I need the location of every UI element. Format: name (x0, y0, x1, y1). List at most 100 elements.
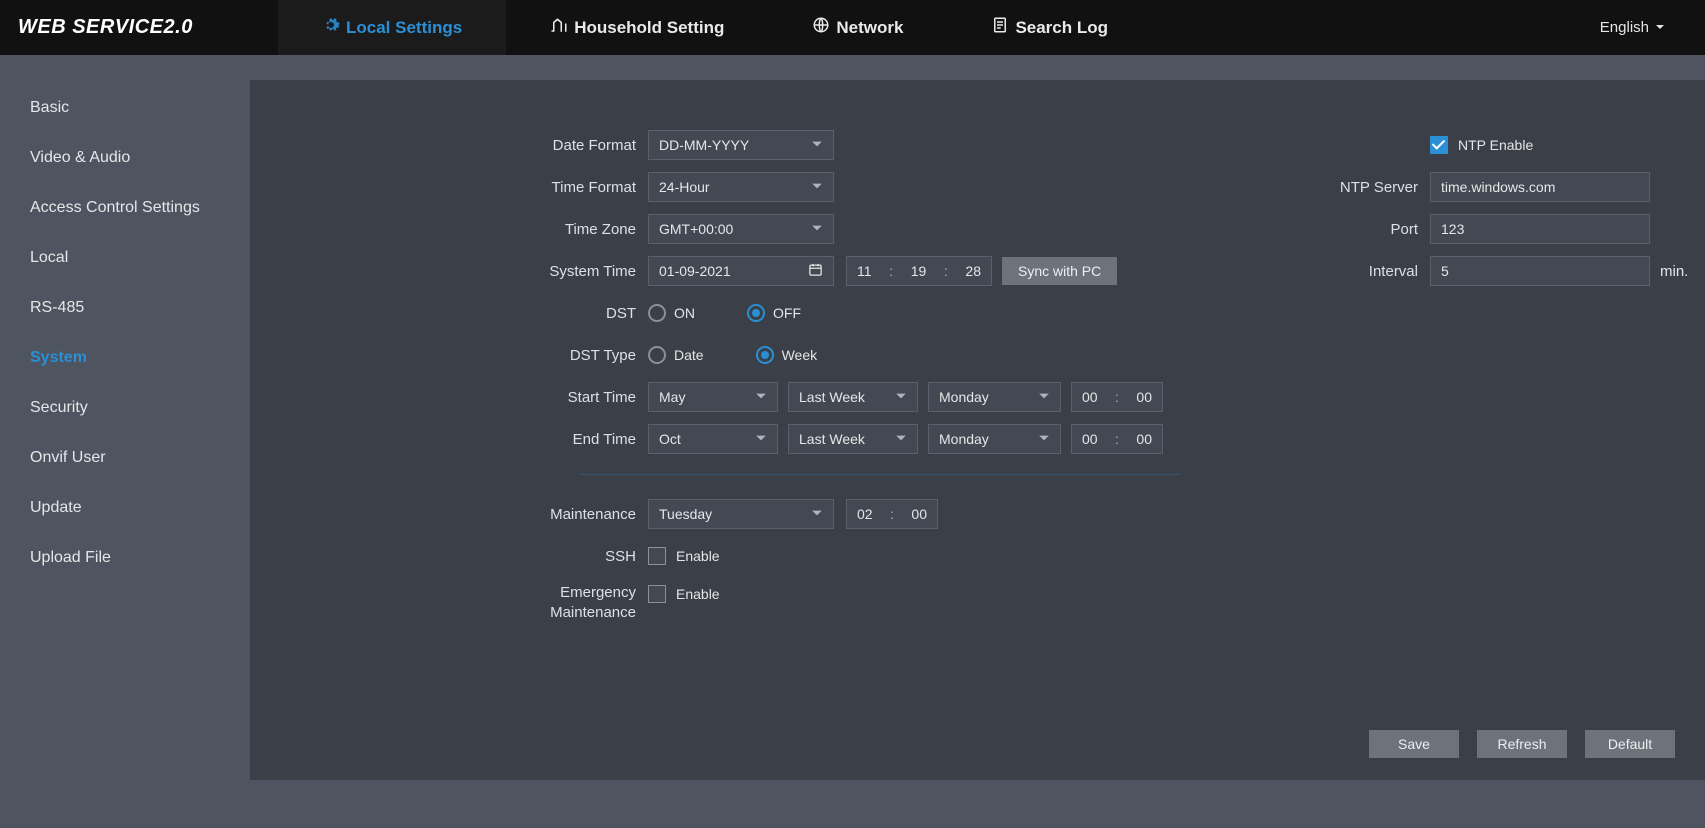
chevron-down-icon (755, 431, 767, 447)
row-interval: Interval 5 min. (1270, 256, 1705, 286)
start-time-input[interactable]: 00 : 00 (1071, 382, 1163, 412)
tab-network[interactable]: Network (768, 0, 947, 55)
label-start-time: Start Time (250, 389, 648, 406)
radio-dot (648, 346, 666, 364)
input-ntp-server[interactable]: time.windows.com (1430, 172, 1650, 202)
system-date-input[interactable]: 01-09-2021 (648, 256, 834, 286)
checkbox-label: Enable (676, 548, 720, 564)
label-line1: Emergency (250, 583, 636, 603)
select-value: 24-Hour (659, 179, 710, 195)
select-time-zone[interactable]: GMT+00:00 (648, 214, 834, 244)
select-maintenance-day[interactable]: Tuesday (648, 499, 834, 529)
select-end-week[interactable]: Last Week (788, 424, 918, 454)
sidebar-item-basic[interactable]: Basic (0, 83, 250, 133)
chevron-down-icon (1038, 389, 1050, 405)
tab-label: Search Log (1015, 18, 1108, 38)
log-icon (991, 16, 1009, 39)
chevron-down-icon (811, 506, 823, 522)
radio-label: Date (674, 347, 704, 363)
select-end-day[interactable]: Monday (928, 424, 1061, 454)
row-end-time: End Time Oct Last Week Monday 00 (250, 424, 1190, 454)
chevron-down-icon (895, 389, 907, 405)
main-panel: Date Format DD-MM-YYYY Time Format 24-Ho… (250, 80, 1705, 780)
radio-dst-on[interactable]: ON (648, 304, 695, 322)
sidebar-item-local[interactable]: Local (0, 233, 250, 283)
sidebar-item-security[interactable]: Security (0, 383, 250, 433)
tab-label: Local Settings (346, 18, 462, 38)
footer-buttons: Save Refresh Default (1369, 730, 1675, 758)
radio-dot (756, 346, 774, 364)
sync-with-pc-button[interactable]: Sync with PC (1002, 257, 1117, 285)
select-start-day[interactable]: Monday (928, 382, 1061, 412)
sidebar-item-onvif-user[interactable]: Onvif User (0, 433, 250, 483)
select-start-month[interactable]: May (648, 382, 778, 412)
time-mm: 00 (911, 506, 927, 522)
sidebar-item-upload-file[interactable]: Upload File (0, 533, 250, 583)
nav-tabs: Local Settings Household Setting Network… (278, 0, 1600, 55)
time-mm: 19 (911, 263, 927, 279)
input-interval[interactable]: 5 (1430, 256, 1650, 286)
globe-icon (812, 16, 830, 39)
save-button[interactable]: Save (1369, 730, 1459, 758)
radio-dst-type-week[interactable]: Week (756, 346, 818, 364)
maintenance-time-input[interactable]: 02 : 00 (846, 499, 938, 529)
label-interval: Interval (1270, 263, 1430, 280)
interval-unit: min. (1660, 263, 1688, 280)
radio-dst-type-date[interactable]: Date (648, 346, 704, 364)
checkbox-ntp-enable[interactable] (1430, 136, 1448, 154)
sidebar-item-video-audio[interactable]: Video & Audio (0, 133, 250, 183)
select-date-format[interactable]: DD-MM-YYYY (648, 130, 834, 160)
checkbox-ssh-enable[interactable] (648, 547, 666, 565)
label-ntp-server: NTP Server (1270, 179, 1430, 196)
select-value: Last Week (799, 389, 865, 405)
label-maintenance: Maintenance (250, 506, 648, 523)
refresh-button[interactable]: Refresh (1477, 730, 1567, 758)
time-hh: 02 (857, 506, 873, 522)
sidebar-item-system[interactable]: System (0, 333, 250, 383)
chevron-down-icon (1655, 19, 1665, 36)
tab-label: Network (836, 18, 903, 38)
chevron-down-icon (895, 431, 907, 447)
ssh-checkbox-group: Enable (648, 547, 720, 565)
chevron-down-icon (811, 137, 823, 153)
checkbox-emergency-enable[interactable] (648, 585, 666, 603)
row-time-format: Time Format 24-Hour (250, 172, 1190, 202)
label-line2: Maintenance (250, 603, 636, 623)
tab-household-setting[interactable]: Household Setting (506, 0, 768, 55)
end-time-input[interactable]: 00 : 00 (1071, 424, 1163, 454)
select-value: GMT+00:00 (659, 221, 733, 237)
label-port: Port (1270, 221, 1430, 238)
radio-dst-off[interactable]: OFF (747, 304, 801, 322)
tab-local-settings[interactable]: Local Settings (278, 0, 506, 55)
label-ssh: SSH (250, 548, 648, 565)
sidebar-item-acs[interactable]: Access Control Settings (0, 183, 250, 233)
select-end-month[interactable]: Oct (648, 424, 778, 454)
row-maintenance: Maintenance Tuesday 02 : 00 (250, 499, 1190, 529)
time-mm: 00 (1136, 389, 1152, 405)
select-value: Oct (659, 431, 681, 447)
tab-search-log[interactable]: Search Log (947, 0, 1152, 55)
select-value: Tuesday (659, 506, 712, 522)
select-start-week[interactable]: Last Week (788, 382, 918, 412)
radio-dot (648, 304, 666, 322)
tab-label: Household Setting (574, 18, 724, 38)
select-value: Monday (939, 431, 989, 447)
select-value: Last Week (799, 431, 865, 447)
default-button[interactable]: Default (1585, 730, 1675, 758)
select-time-format[interactable]: 24-Hour (648, 172, 834, 202)
form-right: NTP Enable NTP Server time.windows.com P… (1270, 130, 1705, 298)
input-port[interactable]: 123 (1430, 214, 1650, 244)
sidebar-item-rs485[interactable]: RS-485 (0, 283, 250, 333)
system-time-input[interactable]: 11 : 19 : 28 (846, 256, 992, 286)
language-selector[interactable]: English (1600, 19, 1705, 36)
select-value: Monday (939, 389, 989, 405)
divider (580, 474, 1180, 475)
time-sep: : (890, 506, 894, 522)
time-sep: : (944, 263, 948, 279)
sidebar-item-update[interactable]: Update (0, 483, 250, 533)
chevron-down-icon (1038, 431, 1050, 447)
time-hh: 00 (1082, 431, 1098, 447)
form-left: Date Format DD-MM-YYYY Time Format 24-Ho… (250, 130, 1190, 636)
radio-label: ON (674, 305, 695, 321)
row-port: Port 123 (1270, 214, 1705, 244)
